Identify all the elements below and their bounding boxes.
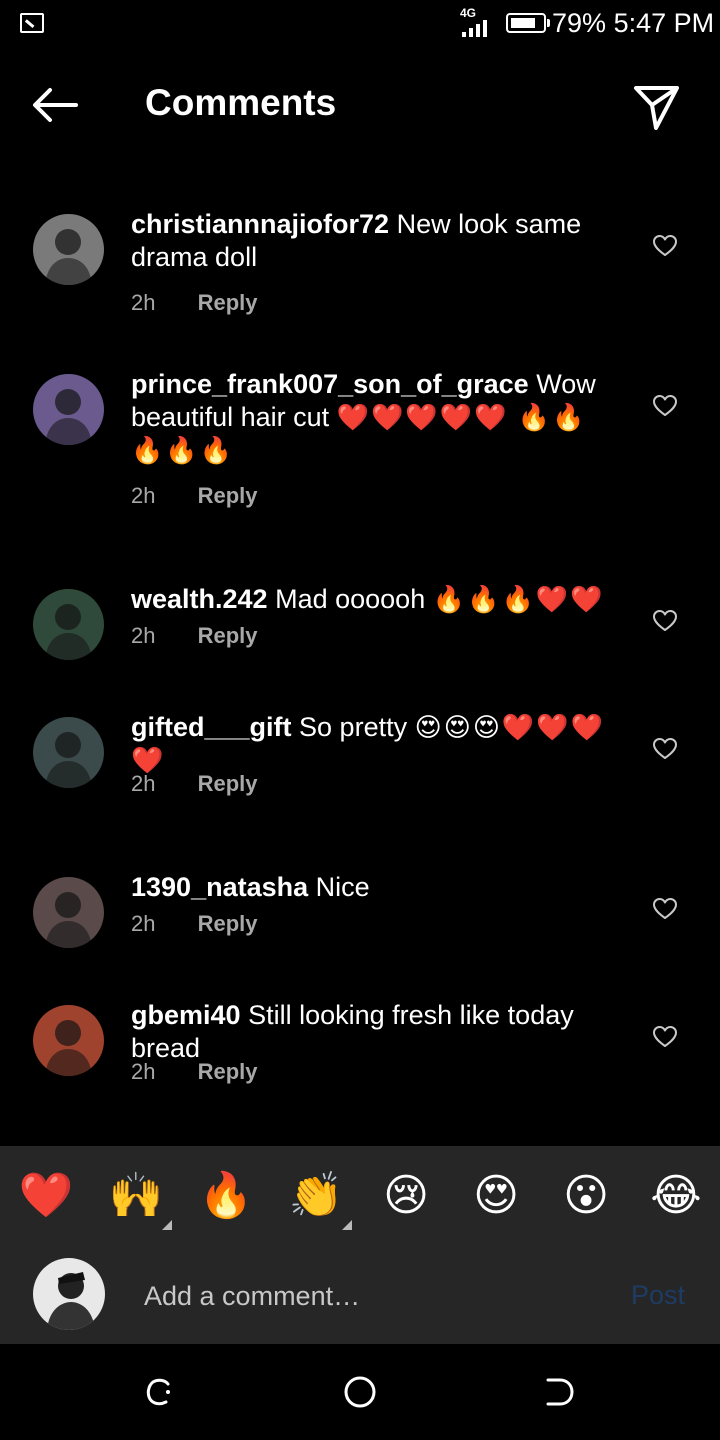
- like-button[interactable]: [652, 897, 678, 921]
- comment-username[interactable]: wealth.242: [131, 584, 268, 614]
- comment-message: So pretty: [299, 712, 408, 742]
- screen-cast-icon: [20, 13, 44, 33]
- share-button[interactable]: [628, 78, 684, 134]
- comment-meta: 2h Reply: [131, 771, 258, 797]
- comment-meta: 2h Reply: [131, 1059, 258, 1085]
- clock: 5:47 PM: [613, 8, 715, 38]
- comment-username[interactable]: prince_frank007_son_of_grace: [131, 369, 529, 399]
- reaction-emoji: ❤️: [18, 1171, 74, 1220]
- battery-icon: [506, 13, 550, 33]
- status-bar: 4G 79% 5:47 PM: [0, 0, 720, 48]
- comment-username[interactable]: christiannnajiofor72: [131, 209, 389, 239]
- comment-username[interactable]: gbemi40: [131, 1000, 241, 1030]
- comment-time: 2h: [131, 1059, 156, 1084]
- system-back-button[interactable]: [540, 1374, 576, 1410]
- reaction-button[interactable]: ❤️: [18, 1168, 74, 1224]
- arrow-left-icon: [33, 88, 78, 122]
- reply-button[interactable]: Reply: [198, 483, 258, 508]
- reaction-button[interactable]: 😮: [558, 1168, 614, 1224]
- reaction-emoji: 😂: [650, 1171, 702, 1220]
- reply-button[interactable]: Reply: [198, 911, 258, 936]
- reaction-emoji: 😍: [473, 1171, 519, 1220]
- comment-meta: 2h Reply: [131, 911, 258, 937]
- comment-username[interactable]: 1390_natasha: [131, 872, 308, 902]
- comments-list[interactable]: christiannnajiofor72 New look same drama…: [0, 190, 720, 1145]
- comment-text: christiannnajiofor72 New look same drama…: [131, 208, 616, 274]
- reply-button[interactable]: Reply: [198, 290, 258, 315]
- avatar[interactable]: [33, 877, 104, 948]
- comment-meta: 2h Reply: [131, 623, 258, 649]
- recent-apps-button[interactable]: [142, 1374, 178, 1410]
- heart-icon: [653, 898, 677, 919]
- paper-plane-icon: [634, 86, 679, 130]
- more-indicator-icon: [162, 1220, 172, 1230]
- like-button[interactable]: [652, 394, 678, 418]
- comment-time: 2h: [131, 771, 156, 796]
- more-indicator-icon: [342, 1220, 352, 1230]
- reply-button[interactable]: Reply: [198, 623, 258, 648]
- heart-icon: [653, 738, 677, 759]
- network-type: 4G: [460, 6, 477, 20]
- avatar[interactable]: [33, 1005, 104, 1076]
- comment-message: Mad oooooh: [275, 584, 426, 614]
- reaction-button[interactable]: 😍: [468, 1168, 524, 1224]
- comment-emoji: 🔥🔥🔥❤️❤️: [432, 584, 605, 614]
- reaction-emoji: 😮: [563, 1171, 609, 1220]
- like-button[interactable]: [652, 737, 678, 761]
- reaction-button[interactable]: 😂: [648, 1168, 704, 1224]
- comment-text: prince_frank007_son_of_grace Wow beautif…: [131, 368, 616, 467]
- comment-username[interactable]: gifted___gift: [131, 712, 292, 742]
- back-bracket-icon: [546, 1378, 574, 1406]
- heart-icon: [653, 235, 677, 256]
- like-button[interactable]: [652, 609, 678, 633]
- comment-time: 2h: [131, 911, 156, 936]
- reaction-button[interactable]: 🙌: [108, 1168, 172, 1230]
- reaction-button[interactable]: 🔥: [198, 1168, 254, 1224]
- home-circle-icon: [344, 1376, 376, 1408]
- comment-time: 2h: [131, 623, 156, 648]
- avatar[interactable]: [33, 214, 104, 285]
- reply-button[interactable]: Reply: [198, 1059, 258, 1084]
- status-text: 79% 5:47 PM: [552, 8, 714, 39]
- comment-text: gifted___gift So pretty 😍😍😍❤️❤️❤️❤️: [131, 711, 616, 777]
- comment-text: wealth.242 Mad oooooh 🔥🔥🔥❤️❤️: [131, 583, 616, 616]
- reply-button[interactable]: Reply: [198, 771, 258, 796]
- reaction-emoji: 🙌: [108, 1171, 164, 1220]
- comment-input[interactable]: [144, 1276, 604, 1316]
- comment-message: Nice: [315, 872, 370, 902]
- like-button[interactable]: [652, 234, 678, 258]
- reaction-emoji: 👏: [288, 1171, 344, 1220]
- home-button[interactable]: [342, 1374, 378, 1410]
- comment-time: 2h: [131, 290, 156, 315]
- heart-icon: [653, 1026, 677, 1047]
- reaction-button[interactable]: 😢: [378, 1168, 434, 1224]
- comment-text: 1390_natasha Nice: [131, 871, 616, 904]
- header: Comments: [0, 60, 720, 150]
- heart-icon: [653, 610, 677, 631]
- comment-meta: 2h Reply: [131, 290, 258, 316]
- avatar[interactable]: [33, 589, 104, 660]
- page-title: Comments: [145, 82, 337, 123]
- reaction-button[interactable]: 👏: [288, 1168, 352, 1230]
- comment-time: 2h: [131, 483, 156, 508]
- back-button[interactable]: [26, 80, 86, 130]
- quick-reactions-bar: ❤️ 🙌 🔥 👏 😢 😍 😮 😂: [0, 1146, 720, 1246]
- comment-meta: 2h Reply: [131, 483, 258, 509]
- avatar[interactable]: [33, 374, 104, 445]
- signal-icon: 4G: [458, 6, 494, 38]
- post-button[interactable]: Post: [631, 1280, 685, 1311]
- reaction-emoji: 😢: [383, 1171, 429, 1220]
- comment-text: gbemi40 Still looking fresh like today b…: [131, 999, 616, 1065]
- like-button[interactable]: [652, 1025, 678, 1049]
- heart-icon: [653, 395, 677, 416]
- system-nav-bar: [0, 1344, 720, 1440]
- avatar: [33, 1258, 105, 1330]
- battery-percent: 79%: [552, 8, 607, 38]
- avatar[interactable]: [33, 717, 104, 788]
- recent-apps-icon: [146, 1378, 170, 1406]
- comment-composer: Post: [0, 1246, 720, 1344]
- reaction-emoji: 🔥: [198, 1171, 254, 1220]
